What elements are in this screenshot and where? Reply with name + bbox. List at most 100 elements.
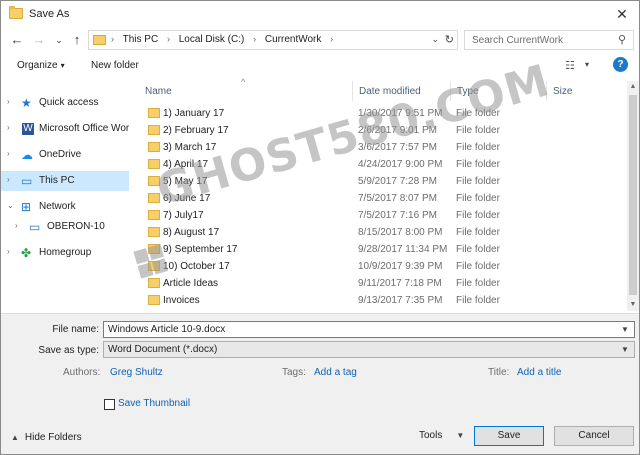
forward-arrow-icon[interactable]: →	[31, 31, 47, 49]
file-name: 2) February 17	[163, 125, 229, 136]
file-row[interactable]: 10) October 17 10/9/2017 9:39 PM File fold…	[139, 258, 627, 275]
search-input[interactable]	[464, 30, 634, 50]
address-bar[interactable]: › This PC › Local Disk (C:) › CurrentWor…	[88, 30, 458, 50]
breadcrumb-separator-icon: ›	[111, 34, 114, 44]
search-icon[interactable]: ⚲	[618, 33, 626, 46]
breadcrumb-local-disk[interactable]: Local Disk (C:)	[179, 34, 245, 45]
network-icon: ⊞	[21, 200, 32, 214]
breadcrumb-currentwork[interactable]: CurrentWork	[265, 34, 322, 45]
cancel-button[interactable]: Cancel	[554, 426, 634, 446]
word-icon: W	[22, 123, 34, 135]
scroll-up-icon[interactable]: ▲	[627, 81, 639, 93]
file-type: File folder	[456, 278, 500, 289]
authors-value[interactable]: Greg Shultz	[110, 367, 163, 378]
chevron-down-icon: ⌄	[7, 201, 14, 210]
scroll-down-icon[interactable]: ▼	[627, 299, 639, 311]
vertical-scrollbar[interactable]: ▲ ▼	[627, 81, 639, 311]
column-header-name[interactable]: Name	[139, 81, 353, 101]
column-header-size[interactable]: Size	[547, 81, 627, 101]
tools-button[interactable]: Tools ▼	[419, 430, 464, 441]
save-as-type-value: Word Document (*.docx)	[108, 344, 218, 355]
save-thumbnail-checkbox[interactable]	[104, 399, 115, 410]
hide-folders-button[interactable]: ▲ Hide Folders	[11, 432, 82, 443]
file-row[interactable]: Article Ideas 9/11/2017 7:18 PM File folde…	[139, 275, 627, 292]
view-options-icon[interactable]: ☷	[565, 59, 575, 72]
help-icon[interactable]: ?	[613, 57, 628, 72]
sidebar-item-network[interactable]: ⌄ ⊞ Network	[1, 197, 129, 217]
file-type: File folder	[456, 142, 500, 153]
file-row[interactable]: 7) July17 7/5/2017 7:16 PM File folder	[139, 207, 627, 224]
organize-button[interactable]: Organize ▾	[17, 60, 65, 71]
hide-folders-label: Hide Folders	[24, 432, 82, 443]
folder-icon	[148, 227, 160, 237]
folder-icon	[148, 210, 160, 220]
file-name: 9) September 17	[163, 244, 238, 255]
file-date-modified: 7/5/2017 7:16 PM	[358, 210, 437, 221]
file-type: File folder	[456, 261, 500, 272]
computer-icon: ▭	[29, 220, 41, 234]
sidebar-item-this-pc[interactable]: › ▭ This PC	[1, 171, 129, 191]
chevron-down-icon[interactable]: ▼	[621, 345, 629, 354]
window-title: Save As	[29, 8, 70, 20]
sidebar-item-oberon-10[interactable]: › ▭ OBERON-10	[1, 217, 129, 237]
close-button[interactable]: ✕	[613, 5, 631, 23]
save-options-panel: File name: ▼ Save as type: Word Document…	[1, 313, 639, 454]
file-name-label: File name:	[52, 324, 99, 335]
breadcrumb-this-pc[interactable]: This PC	[123, 34, 159, 45]
refresh-icon[interactable]: ↻	[445, 33, 454, 46]
sidebar-item-label: Microsoft Office Wor	[39, 123, 129, 134]
star-icon: ★	[21, 96, 32, 110]
folder-icon	[148, 278, 160, 288]
file-type: File folder	[456, 227, 500, 238]
computer-icon: ▭	[21, 174, 33, 188]
sidebar-item-label: This PC	[39, 175, 75, 186]
sidebar-item-homegroup[interactable]: › ✤ Homegroup	[1, 243, 129, 263]
chevron-down-icon[interactable]: ▾	[585, 60, 589, 69]
folder-icon	[148, 295, 160, 305]
sidebar-item-label: Network	[39, 201, 76, 212]
save-button[interactable]: Save	[474, 426, 544, 446]
save-as-type-select[interactable]: Word Document (*.docx)	[103, 341, 635, 358]
file-name: 1) January 17	[163, 108, 225, 119]
breadcrumb-separator-icon: ›	[166, 34, 170, 44]
chevron-down-icon[interactable]: ▼	[621, 325, 629, 334]
file-row[interactable]: 8) August 17 8/15/2017 8:00 PM File folder	[139, 224, 627, 241]
file-name-input[interactable]	[103, 321, 635, 338]
sidebar-item-onedrive[interactable]: › ☁ OneDrive	[1, 145, 129, 165]
file-type: File folder	[456, 193, 500, 204]
chevron-right-icon: ›	[7, 97, 10, 106]
title-label: Title:	[488, 367, 510, 378]
navigation-pane: › ★ Quick access › W Microsoft Office Wo…	[1, 81, 133, 311]
back-arrow-icon[interactable]: ←	[9, 31, 25, 49]
add-title-link[interactable]: Add a title	[517, 367, 561, 378]
chevron-down-icon: ▼	[456, 431, 465, 440]
chevron-up-icon: ▲	[11, 433, 19, 442]
up-arrow-icon[interactable]: ↑	[69, 31, 85, 49]
folder-icon	[148, 108, 160, 118]
folder-app-icon	[9, 6, 23, 19]
organize-label: Organize	[17, 60, 58, 71]
file-date-modified: 7/5/2017 8:07 PM	[358, 193, 437, 204]
file-row[interactable]: Invoices 9/13/2017 7:35 PM File folder	[139, 292, 627, 309]
authors-label: Authors:	[63, 367, 101, 378]
sidebar-item-quick-access[interactable]: › ★ Quick access	[1, 93, 129, 113]
scrollbar-thumb[interactable]	[629, 95, 637, 295]
file-date-modified: 5/9/2017 7:28 PM	[358, 176, 437, 187]
save-thumbnail-label[interactable]: Save Thumbnail	[118, 398, 190, 409]
address-dropdown-chevron-icon[interactable]: ⌄	[431, 34, 439, 45]
breadcrumb: › This PC › Local Disk (C:) › CurrentWor…	[111, 34, 339, 45]
homegroup-icon: ✤	[21, 246, 32, 260]
folder-icon	[148, 125, 160, 135]
file-type: File folder	[456, 159, 500, 170]
file-type: File folder	[456, 176, 500, 187]
chevron-right-icon: ›	[7, 175, 10, 184]
add-tag-link[interactable]: Add a tag	[314, 367, 357, 378]
new-folder-button[interactable]: New folder	[91, 60, 139, 71]
file-row[interactable]: 9) September 17 9/28/2017 11:34 PM File fo…	[139, 241, 627, 258]
chevron-right-icon: ›	[7, 149, 10, 158]
sidebar-item-label: Homegroup	[39, 247, 92, 258]
recent-locations-chevron-icon[interactable]: ⌄	[51, 31, 67, 49]
file-name: 8) August 17	[163, 227, 220, 238]
chevron-right-icon: ›	[15, 221, 18, 230]
sidebar-item-microsoft-office-word[interactable]: › W Microsoft Office Wor	[1, 119, 129, 139]
